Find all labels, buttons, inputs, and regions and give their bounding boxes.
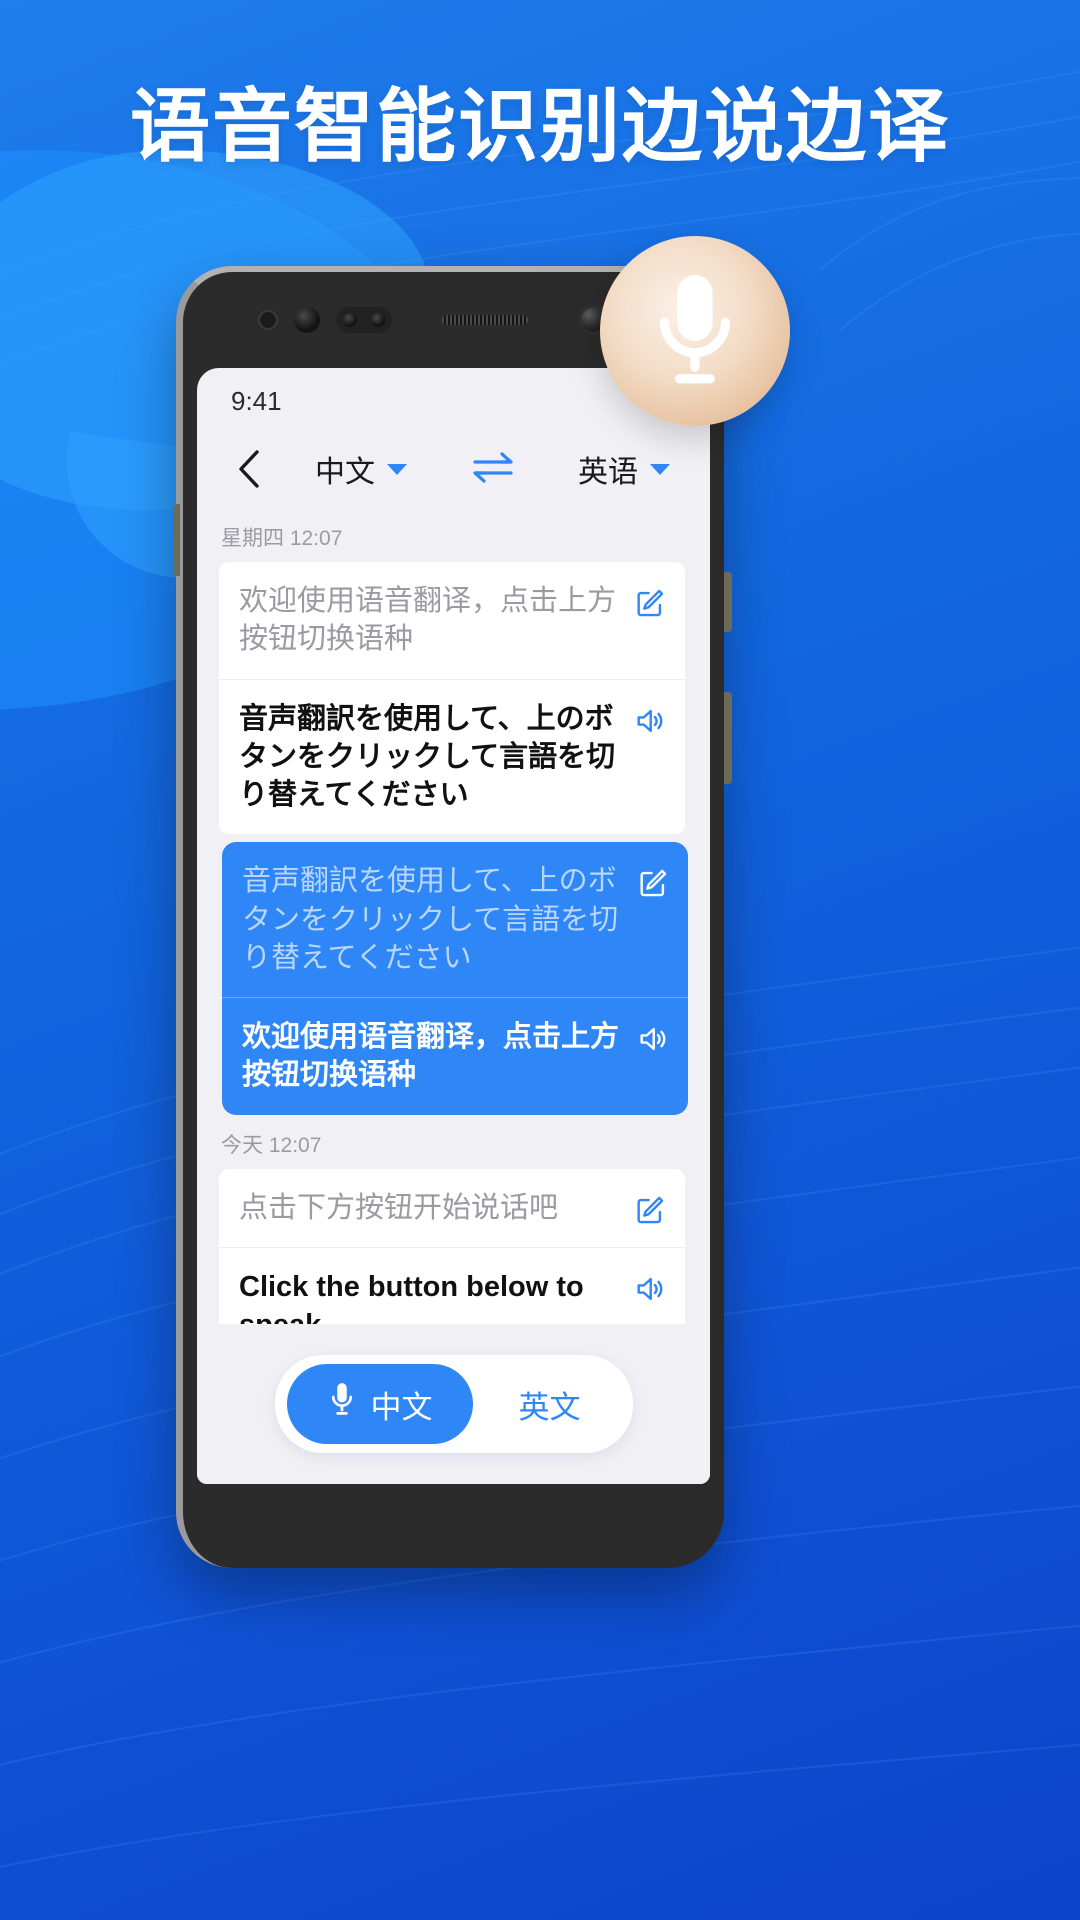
message-source-segment: 点击下方按钮开始说话吧 (219, 1169, 685, 1247)
chat-row: 欢迎使用语音翻译，点击上方按钮切换语种 音声翻訳を使用して、上のボタンをクリック… (219, 562, 688, 835)
phone-bottom-bezel (183, 1484, 724, 1568)
phone-screen: 9:41 中文 英语 星期四 12:07 欢迎使用语音翻译，点击上方按钮切换语种… (197, 368, 710, 1484)
message-source-text: 音声翻訳を使用して、上のボタンをクリックして言語を切り替えてください (242, 865, 619, 974)
record-english-label: 英文 (518, 1389, 581, 1425)
swap-arrows-icon[interactable] (470, 450, 516, 489)
message-bubble-outgoing[interactable]: 音声翻訳を使用して、上のボタンをクリックして言語を切り替えてください 欢迎使用语… (222, 842, 688, 1115)
chat-list[interactable]: 星期四 12:07 欢迎使用语音翻译，点击上方按钮切换语种 音声翻訳を使用して、… (197, 504, 710, 1324)
proximity-sensor-icon (257, 310, 278, 330)
app-icon-badge (600, 236, 790, 426)
chevron-down-icon (650, 463, 670, 475)
target-language-label: 英语 (578, 456, 638, 489)
message-source-text: 欢迎使用语音翻译，点击上方按钮切换语种 (239, 585, 617, 656)
status-time: 9:41 (231, 385, 282, 416)
phone-power-button (724, 572, 732, 632)
speaker-icon[interactable] (633, 1272, 667, 1306)
earpiece-speaker-icon (441, 315, 528, 325)
target-language-button[interactable]: 英语 (578, 447, 670, 491)
edit-icon[interactable] (636, 866, 670, 900)
record-chinese-button[interactable]: 中文 (286, 1364, 473, 1444)
microphone-icon (327, 1381, 357, 1427)
phone-volume-button (173, 504, 180, 576)
message-bubble-incoming[interactable]: 点击下方按钮开始说话吧 Click the button below to sp… (219, 1168, 685, 1324)
record-chinese-label: 中文 (370, 1389, 433, 1425)
chat-row: 音声翻訳を使用して、上のボタンをクリックして言語を切り替えてください 欢迎使用语… (219, 842, 688, 1115)
record-english-button[interactable]: 英文 (479, 1365, 621, 1444)
speaker-icon[interactable] (636, 1022, 670, 1056)
edit-icon[interactable] (633, 586, 667, 620)
message-target-segment: 欢迎使用语音翻译，点击上方按钮切换语种 (222, 997, 688, 1115)
language-toggle-group: 中文 英文 (274, 1355, 633, 1453)
front-camera-secondary-icon (293, 307, 320, 333)
edit-icon[interactable] (633, 1193, 667, 1227)
day-separator: 星期四 12:07 (221, 527, 343, 550)
message-source-text: 点击下方按钮开始说话吧 (239, 1191, 559, 1224)
chevron-down-icon (387, 463, 407, 475)
speaker-icon[interactable] (633, 704, 667, 738)
chat-row: 点击下方按钮开始说话吧 Click the button below to sp… (219, 1168, 688, 1324)
back-chevron-icon[interactable] (227, 447, 271, 491)
source-language-button[interactable]: 中文 (315, 447, 407, 491)
promo-screenshot: 语音智能识别边说边译 9:41 中文 英语 星期四 12:07 欢迎使用语音翻译… (0, 0, 1080, 1920)
microphone-icon (647, 270, 743, 392)
iris-scanner-icon (335, 307, 392, 333)
phone-side-button (724, 692, 732, 784)
message-target-segment: 音声翻訳を使用して、上のボタンをクリックして言語を切り替えてください (219, 678, 685, 835)
message-target-text: 音声翻訳を使用して、上のボタンをクリックして言語を切り替えてください (239, 702, 616, 812)
bottom-control-bar: 中文 英文 (197, 1324, 710, 1484)
day-separator: 今天 12:07 (221, 1133, 322, 1157)
message-target-text: 欢迎使用语音翻译，点击上方按钮切换语种 (242, 1021, 620, 1092)
message-target-segment: Click the button below to speak (219, 1246, 685, 1324)
message-source-segment: 音声翻訳を使用して、上のボタンをクリックして言語を切り替えてください (222, 842, 688, 997)
language-selector-bar: 中文 英语 (197, 434, 710, 504)
message-source-segment: 欢迎使用语音翻译，点击上方按钮切换语种 (219, 562, 685, 679)
phone-mockup: 9:41 中文 英语 星期四 12:07 欢迎使用语音翻译，点击上方按钮切换语种… (173, 266, 732, 1568)
page-title: 语音智能识别边说边译 (130, 82, 950, 171)
message-target-text: Click the button below to speak (239, 1270, 584, 1324)
source-language-label: 中文 (315, 456, 375, 489)
message-bubble-incoming[interactable]: 欢迎使用语音翻译，点击上方按钮切换语种 音声翻訳を使用して、上のボタンをクリック… (219, 562, 685, 835)
